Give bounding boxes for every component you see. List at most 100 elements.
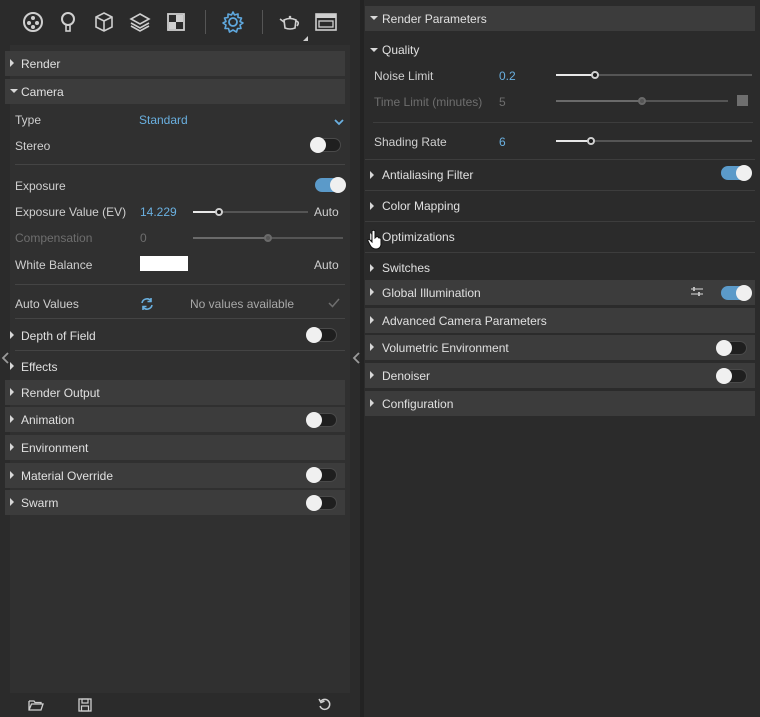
hand-cursor-icon [367, 229, 383, 251]
slider-thumb[interactable] [215, 208, 223, 216]
save-icon[interactable] [77, 697, 93, 713]
section-environment[interactable]: Environment [5, 435, 345, 460]
antialiasing-filter-toggle[interactable] [721, 165, 752, 181]
section-volumetric-environment[interactable]: Volumetric Environment [365, 335, 755, 360]
section-label: Optimizations [382, 230, 455, 244]
section-advanced-camera-parameters[interactable]: Advanced Camera Parameters [365, 308, 755, 333]
type-label: Type [15, 113, 42, 127]
divider [15, 350, 345, 351]
shading-rate-slider[interactable] [556, 137, 752, 145]
teapot-icon[interactable] [277, 8, 303, 36]
section-denoiser[interactable]: Denoiser [365, 363, 755, 388]
noise-limit-value[interactable]: 0.2 [499, 69, 516, 83]
chevron-right-icon [370, 171, 374, 179]
section-label: Denoiser [382, 369, 431, 383]
slider-fill [556, 74, 595, 76]
noise-limit-slider[interactable] [556, 71, 752, 79]
section-effects[interactable]: Effects [5, 354, 345, 379]
section-material-override[interactable]: Material Override [5, 463, 345, 488]
material-override-toggle[interactable] [306, 467, 337, 483]
auto-values-status: No values available [190, 297, 295, 311]
section-animation[interactable]: Animation [5, 407, 345, 432]
dropdown-corner-icon [303, 36, 308, 41]
section-switches[interactable]: Switches [365, 253, 755, 283]
section-label: Advanced Camera Parameters [382, 314, 547, 328]
chevron-down-icon [370, 48, 378, 52]
chevron-right-icon [10, 331, 14, 339]
ev-value[interactable]: 14.229 [140, 205, 177, 219]
time-limit-label: Time Limit (minutes) [374, 95, 483, 109]
section-camera[interactable]: Camera [5, 79, 345, 104]
time-limit-value: 5 [499, 95, 506, 109]
animation-toggle[interactable] [306, 412, 337, 428]
section-render[interactable]: Render [5, 51, 345, 76]
type-dropdown[interactable]: Standard [139, 113, 188, 127]
exposure-toggle[interactable] [315, 177, 346, 193]
toolbar-separator [205, 10, 206, 34]
section-depth-of-field[interactable]: Depth of Field [5, 323, 345, 348]
stereo-label: Stereo [15, 139, 51, 153]
time-limit-checkbox [737, 95, 748, 106]
time-limit-slider [556, 97, 728, 105]
chevron-right-icon [370, 343, 374, 351]
section-swarm[interactable]: Swarm [5, 490, 345, 515]
chevron-right-icon [10, 443, 14, 451]
white-balance-swatch[interactable] [140, 256, 188, 271]
chevron-right-icon [10, 59, 14, 67]
chevron-right-icon [370, 316, 374, 324]
compensation-value: 0 [140, 231, 147, 245]
section-label: Antialiasing Filter [382, 168, 474, 182]
ev-label: Exposure Value (EV) [15, 205, 127, 219]
scene-icon[interactable] [20, 8, 46, 36]
open-folder-icon[interactable] [28, 697, 44, 713]
ev-slider[interactable] [193, 208, 308, 216]
bottom-toolbar [10, 693, 350, 717]
section-label: Material Override [21, 469, 114, 483]
section-render-parameters[interactable]: Render Parameters [365, 6, 755, 31]
lightbulb-icon[interactable] [55, 8, 81, 36]
section-label: Swarm [21, 496, 59, 510]
slider-thumb[interactable] [591, 71, 599, 79]
section-label: Environment [21, 441, 89, 455]
window-icon[interactable] [313, 8, 339, 36]
gear-icon[interactable] [220, 8, 246, 36]
refresh-icon[interactable] [139, 296, 155, 312]
section-render-output[interactable]: Render Output [5, 380, 345, 405]
reset-icon[interactable] [317, 697, 333, 713]
stereo-toggle[interactable] [310, 137, 341, 153]
checkmark-icon [328, 297, 340, 309]
depth-of-field-toggle[interactable] [306, 327, 337, 343]
chevron-down-icon[interactable] [334, 115, 344, 126]
section-label: Animation [21, 413, 75, 427]
volumetric-environment-toggle[interactable] [716, 340, 747, 356]
section-color-mapping[interactable]: Color Mapping [365, 191, 755, 221]
white-balance-auto-button[interactable]: Auto [314, 258, 339, 272]
cube-icon[interactable] [91, 8, 117, 36]
denoiser-toggle[interactable] [716, 368, 747, 384]
divider [15, 318, 345, 319]
slider-thumb [638, 97, 646, 105]
collapse-left-icon[interactable] [0, 350, 10, 366]
layers-icon[interactable] [127, 8, 153, 36]
divider [15, 284, 345, 285]
section-quality[interactable]: Quality [365, 35, 755, 65]
swarm-toggle[interactable] [306, 495, 337, 511]
section-label: Render [21, 57, 61, 71]
section-configuration[interactable]: Configuration [365, 391, 755, 416]
slider-thumb[interactable] [587, 137, 595, 145]
chevron-down-icon [370, 16, 378, 20]
global-illumination-toggle[interactable] [721, 285, 752, 301]
sliders-settings-icon[interactable] [690, 286, 704, 298]
noise-limit-label: Noise Limit [374, 69, 434, 83]
shading-rate-value[interactable]: 6 [499, 135, 506, 149]
white-balance-label: White Balance [15, 258, 93, 272]
section-antialiasing-filter[interactable]: Antialiasing Filter [365, 160, 755, 190]
section-label: Volumetric Environment [382, 341, 509, 355]
chevron-right-icon [10, 388, 14, 396]
section-optimizations[interactable]: Optimizations [365, 222, 755, 252]
slider-fill [556, 100, 642, 102]
chevron-right-icon [370, 399, 374, 407]
ev-auto-button[interactable]: Auto [314, 205, 339, 219]
texture-icon[interactable] [163, 8, 189, 36]
section-label: Effects [21, 360, 58, 374]
